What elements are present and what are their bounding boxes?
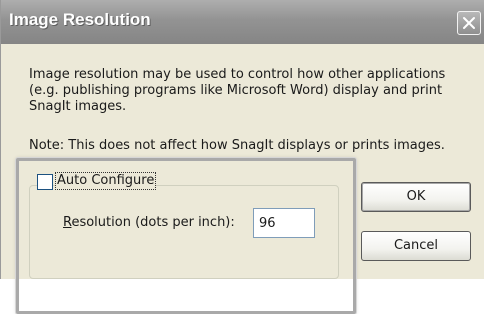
- auto-configure-checkbox[interactable]: [37, 174, 53, 190]
- close-icon: [463, 17, 475, 29]
- image-resolution-dialog: Image Resolution Image resolution may be…: [0, 0, 484, 314]
- resolution-input[interactable]: [253, 208, 315, 238]
- resolution-label: Resolution (dots per inch):: [63, 215, 235, 231]
- description-text: Image resolution may be used to control …: [29, 67, 446, 114]
- auto-configure-label[interactable]: Auto Configure: [54, 172, 157, 190]
- dialog-title: Image Resolution: [9, 10, 151, 29]
- note-text: Note: This does not affect how SnagIt di…: [29, 138, 445, 153]
- title-bar[interactable]: Image Resolution: [1, 0, 484, 44]
- cancel-button[interactable]: Cancel: [361, 231, 471, 261]
- close-button[interactable]: [457, 11, 481, 35]
- ok-button[interactable]: OK: [361, 182, 471, 212]
- dialog-content: Image resolution may be used to control …: [1, 44, 484, 314]
- resolution-label-rest: esolution (dots per inch):: [71, 215, 235, 230]
